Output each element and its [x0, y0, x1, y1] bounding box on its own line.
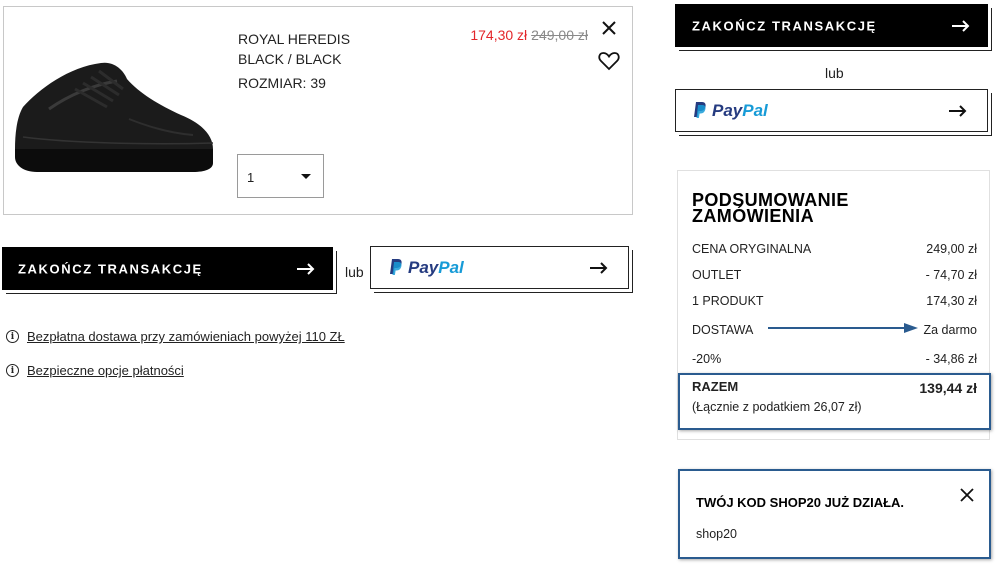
summary-row-label: -20%	[692, 352, 722, 366]
total-label: RAZEM	[692, 379, 739, 394]
product-price: 174,30 zł 249,00 zł	[470, 27, 588, 43]
paypal-button[interactable]: PayPal	[370, 246, 629, 289]
quantity-value: 1	[247, 170, 255, 185]
cart-product-card: ROYAL HEREDIS BLACK / BLACK ROZMIAR: 39 …	[3, 6, 633, 215]
paypal-logo-icon	[390, 258, 402, 275]
arrow-right-icon	[590, 261, 608, 274]
info-icon: i	[6, 364, 19, 377]
free-delivery-link[interactable]: Bezpłatna dostawa przy zamówieniach powy…	[27, 329, 345, 344]
heart-icon[interactable]	[598, 51, 620, 71]
arrow-right-icon	[297, 262, 315, 275]
free-delivery-info: i Bezpłatna dostawa przy zamówieniach po…	[6, 329, 345, 344]
or-label: lub	[345, 264, 364, 280]
arrow-right-icon	[949, 104, 967, 117]
order-summary-title: PODSUMOWANIE ZAMÓWIENIA	[692, 190, 849, 226]
promo-code-panel: TWÓJ KOD SHOP20 JUŻ DZIAŁA. shop20	[678, 469, 991, 559]
summary-row: OUTLET - 74,70 zł	[692, 268, 977, 282]
summary-row-label: OUTLET	[692, 268, 742, 282]
paypal-logo-icon	[694, 101, 706, 118]
sale-price: 174,30 zł	[470, 27, 528, 43]
arrow-right-icon	[952, 19, 970, 32]
or-label: lub	[825, 65, 844, 81]
secure-payment-link[interactable]: Bezpieczne opcje płatności	[27, 363, 184, 378]
summary-row: 1 PRODUKT 174,30 zł	[692, 294, 977, 308]
product-size: ROZMIAR: 39	[238, 75, 326, 91]
finish-transaction-label: ZAKOŃCZ TRANSAKCJĘ	[692, 18, 877, 33]
annotation-arrow-icon	[768, 323, 918, 333]
summary-row-value: - 34,86 zł	[925, 352, 977, 366]
total-value: 139,44 zł	[919, 380, 977, 396]
finish-transaction-button-top[interactable]: ZAKOŃCZ TRANSAKCJĘ	[675, 4, 988, 47]
summary-row: -20% - 34,86 zł	[692, 352, 977, 366]
summary-row-label: DOSTAWA	[692, 323, 754, 337]
summary-row-value: - 74,70 zł	[925, 268, 977, 282]
paypal-button-top[interactable]: PayPal	[675, 89, 988, 132]
summary-row-value: 174,30 zł	[926, 294, 977, 308]
tax-note: (Łącznie z podatkiem 26,07 zł)	[692, 400, 862, 414]
summary-row: CENA ORYGINALNA 249,00 zł	[692, 242, 977, 256]
paypal-logo: PayPal	[389, 258, 464, 278]
secure-payment-info: i Bezpieczne opcje płatności	[6, 363, 184, 378]
chevron-down-icon	[301, 174, 311, 179]
order-total-box: RAZEM 139,44 zł (Łącznie z podatkiem 26,…	[678, 373, 991, 430]
summary-row-label: 1 PRODUKT	[692, 294, 764, 308]
finish-transaction-button[interactable]: ZAKOŃCZ TRANSAKCJĘ	[2, 247, 333, 290]
close-icon[interactable]	[600, 19, 618, 37]
summary-row-label: CENA ORYGINALNA	[692, 242, 812, 256]
summary-row-value: Za darmo	[923, 323, 978, 337]
quantity-select[interactable]: 1	[237, 154, 324, 198]
product-name[interactable]: ROYAL HEREDIS BLACK / BLACK	[238, 29, 350, 69]
finish-transaction-label: ZAKOŃCZ TRANSAKCJĘ	[18, 261, 203, 276]
original-price: 249,00 zł	[531, 27, 588, 43]
promo-code-title: TWÓJ KOD SHOP20 JUŻ DZIAŁA.	[696, 495, 905, 510]
paypal-logo: PayPal	[693, 101, 768, 121]
info-icon: i	[6, 330, 19, 343]
summary-row-value: 249,00 zł	[926, 242, 977, 256]
promo-code-value: shop20	[696, 527, 738, 541]
product-image[interactable]	[9, 49, 219, 179]
close-icon[interactable]	[959, 487, 975, 503]
